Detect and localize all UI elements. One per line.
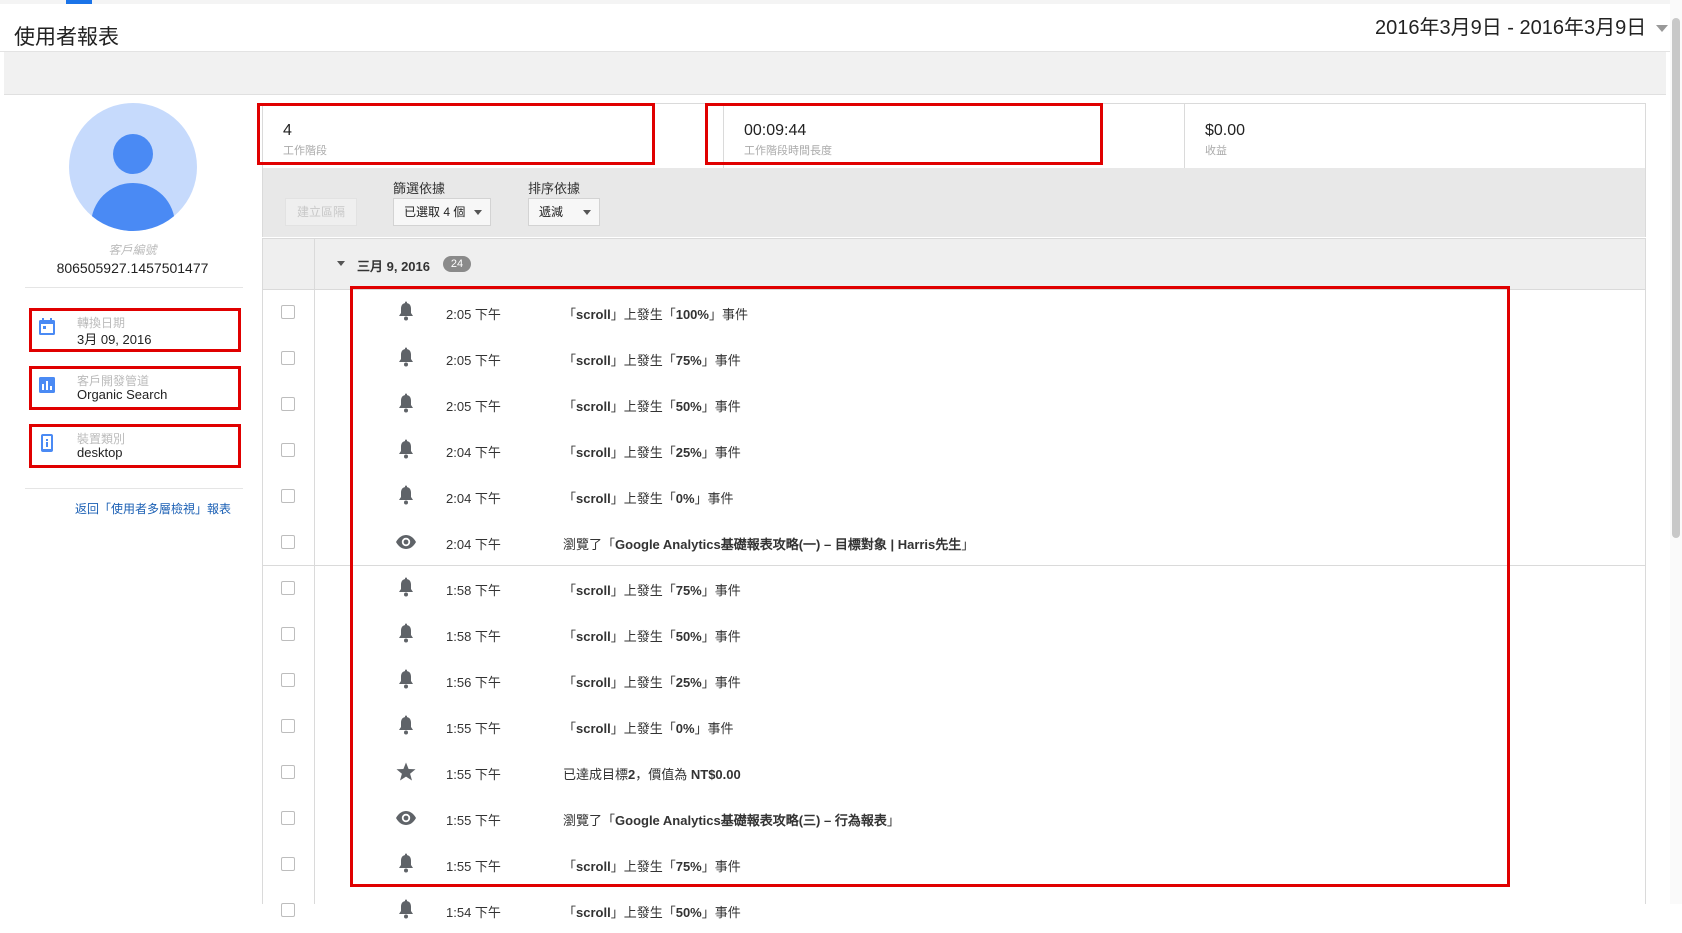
report-toolbar-band (4, 52, 1666, 95)
row-checkbox[interactable] (281, 443, 295, 457)
channel-chart-icon (39, 377, 55, 393)
avatar-head (113, 134, 153, 174)
desc-bold: scroll (576, 905, 611, 920)
desc-suffix: 」事件 (701, 905, 741, 920)
desc-middle: 」上發生「 (610, 905, 676, 920)
info-value: desktop (77, 445, 123, 460)
row-checkbox[interactable] (281, 351, 295, 365)
activity-count-badge: 24 (443, 256, 471, 272)
row-checkbox[interactable] (281, 535, 295, 549)
highlight-activity-rows (350, 286, 1510, 887)
metric-value: $0.00 (1205, 122, 1246, 139)
row-checkbox[interactable] (281, 719, 295, 733)
row-time: 1:54 下午 (446, 905, 501, 920)
info-value: 3月 09, 2016 (77, 332, 152, 347)
desc-bold-value: 50% (675, 905, 702, 920)
highlight-sessions (257, 103, 655, 165)
chevron-down-icon (1656, 25, 1669, 32)
sort-dropdown[interactable]: 遞減 (528, 198, 600, 226)
sort-label: 排序依據 (528, 181, 581, 196)
row-checkbox[interactable] (281, 305, 295, 319)
avatar-body (91, 183, 175, 231)
divider (25, 287, 243, 288)
back-to-user-explorer-link[interactable]: 返回「使用者多層檢視」報表 (75, 500, 231, 517)
bell-icon (399, 899, 413, 919)
calendar-icon (39, 318, 55, 335)
row-checkbox[interactable] (281, 903, 295, 917)
active-tab-indicator (66, 0, 92, 4)
acquisition-date-box: 轉換日期 3月 09, 2016 (29, 308, 241, 352)
row-description[interactable]: 「scroll」上發生「50%」事件 (563, 902, 741, 921)
device-category-box: 裝置類別 desktop (29, 424, 241, 468)
row-checkbox[interactable] (281, 811, 295, 825)
row-checkbox[interactable] (281, 857, 295, 871)
filter-value: 已選取 4 個 (404, 205, 466, 219)
desc-prefix: 「 (563, 905, 577, 920)
date-range-text: 2016年3月9日 - 2016年3月9日 (1375, 17, 1647, 39)
row-checkbox[interactable] (281, 397, 295, 411)
date-group-header[interactable]: 三月 9, 2016 24 (263, 238, 1645, 290)
top-bar (0, 0, 1682, 4)
scrollbar-thumb[interactable] (1672, 18, 1680, 538)
row-checkbox[interactable] (281, 627, 295, 641)
info-value: Organic Search (77, 387, 168, 402)
chevron-down-icon (474, 210, 482, 215)
acquisition-channel-box: 客戶開發管道 Organic Search (29, 366, 241, 410)
chevron-down-icon (583, 210, 591, 215)
filter-dropdown[interactable]: 已選取 4 個 (393, 198, 491, 226)
divider (25, 488, 243, 489)
timeline-row[interactable]: 1:54 下午 「scroll」上發生「50%」事件 (263, 887, 1645, 933)
timeline-toolbar: 建立區隔 篩選依據 已選取 4 個 排序依據 遞減 (262, 168, 1646, 237)
avatar (69, 103, 197, 231)
row-checkbox[interactable] (281, 489, 295, 503)
client-id-value: 806505927.1457501477 (56, 260, 209, 276)
device-icon (41, 434, 53, 452)
row-checkbox[interactable] (281, 673, 295, 687)
create-segment-button[interactable]: 建立區隔 (285, 198, 357, 226)
date-range-picker[interactable]: 2016年3月9日 - 2016年3月9日 (1375, 14, 1676, 42)
client-id-label: 客戶編號 (108, 243, 157, 257)
page-title: 使用者報表 (14, 26, 119, 49)
row-checkbox[interactable] (281, 581, 295, 595)
group-date: 三月 9, 2016 (357, 259, 430, 274)
collapse-caret-icon[interactable] (337, 261, 345, 266)
metric-label: 收益 (1205, 145, 1227, 157)
sort-value: 遞減 (539, 205, 564, 219)
filter-label: 篩選依據 (393, 181, 446, 196)
metric-revenue: $0.00 收益 (1185, 104, 1645, 169)
row-checkbox[interactable] (281, 765, 295, 779)
highlight-duration (705, 103, 1103, 165)
